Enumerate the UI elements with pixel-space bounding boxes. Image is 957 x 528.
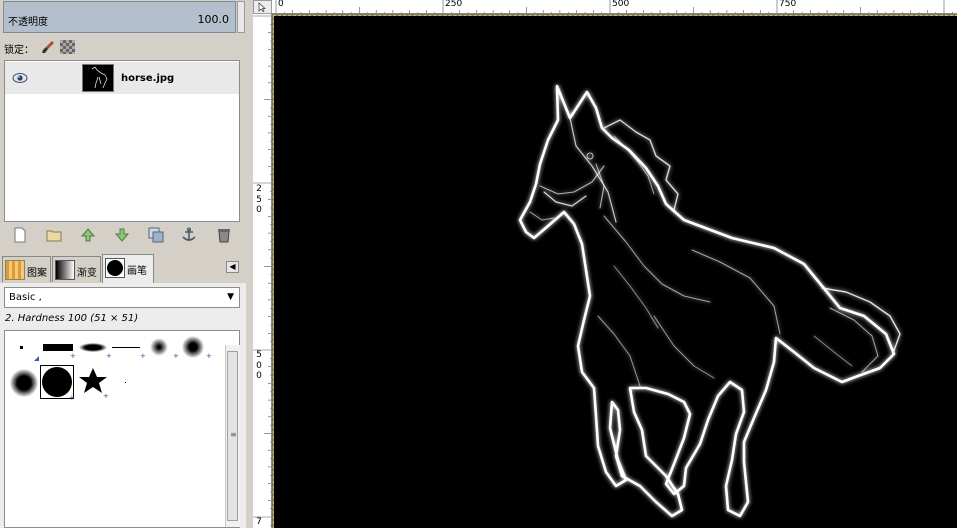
tab-gradients[interactable]: 渐变 xyxy=(52,256,101,282)
eye-icon[interactable] xyxy=(12,72,28,84)
brush-star[interactable] xyxy=(78,367,108,395)
brush-grid: + + + + + + + ≡ xyxy=(4,330,240,528)
brush-line[interactable] xyxy=(112,347,140,348)
brush-plus-icon: + xyxy=(140,352,146,360)
selected-brush-name: 2. Hardness 100 (51 × 51) xyxy=(5,313,139,324)
tab-menu-button[interactable]: ◀ xyxy=(226,261,239,273)
brush-fuzzy-small[interactable] xyxy=(150,338,168,356)
quick-mask-toggle[interactable] xyxy=(253,0,272,14)
ruler-label: 0 xyxy=(256,371,262,381)
opacity-spin-button[interactable] xyxy=(237,1,245,33)
layers-toolbar xyxy=(4,225,240,245)
ruler-label: 5 xyxy=(256,195,262,205)
brush-pixel-dot[interactable] xyxy=(20,346,23,349)
ruler-label: 5 xyxy=(256,350,262,360)
ruler-label: 2 xyxy=(256,184,262,194)
pattern-icon xyxy=(5,260,25,280)
delete-layer-icon[interactable] xyxy=(216,227,232,243)
ruler-label: 7 xyxy=(256,517,262,527)
new-layer-icon[interactable] xyxy=(12,227,28,243)
chevron-down-icon[interactable]: ▼ xyxy=(227,292,234,302)
layer-thumbnail[interactable] xyxy=(82,64,114,92)
brush-plus-icon: + xyxy=(69,394,75,402)
brush-plus-icon: + xyxy=(173,352,179,360)
brush-tag-filter-value: Basic , xyxy=(9,292,42,303)
ruler-label: 0 xyxy=(278,0,284,9)
brush-plus-icon: + xyxy=(206,352,212,360)
dock-tab-bar: 图案 渐变 画笔 ◀ xyxy=(0,253,246,283)
brush-fuzzy-large[interactable] xyxy=(10,369,38,397)
opacity-slider[interactable]: 不透明度 100.0 xyxy=(3,1,236,33)
tab-brushes[interactable]: 画笔 xyxy=(102,254,154,283)
brush-scrollbar[interactable]: ≡ xyxy=(225,345,240,527)
horizontal-ruler: 0 250 500 750 xyxy=(272,0,957,14)
lock-label: 锁定： xyxy=(4,45,34,56)
brush-scroll-thumb[interactable]: ≡ xyxy=(227,351,238,521)
ruler-label: 250 xyxy=(445,0,463,9)
vertical-ruler: 2 5 0 5 0 0 7 xyxy=(253,14,272,528)
ruler-label: 500 xyxy=(612,0,630,9)
ruler-label: 750 xyxy=(779,0,797,9)
lock-pixels-icon[interactable] xyxy=(40,39,56,55)
brush-fuzzy-medium[interactable] xyxy=(182,336,204,358)
image-canvas[interactable] xyxy=(273,15,957,528)
tab-patterns[interactable]: 图案 xyxy=(2,256,51,282)
raise-layer-icon[interactable] xyxy=(80,227,96,243)
brush-plus-icon: + xyxy=(106,352,112,360)
layer-row[interactable]: horse.jpg xyxy=(5,62,239,94)
lock-alpha-icon[interactable] xyxy=(60,40,75,54)
left-dock: 不透明度 100.0 锁定： horse.jpg 图案 渐变 画笔 ◀ Basi… xyxy=(0,0,246,528)
brush-plus-icon: + xyxy=(70,352,76,360)
brush-plus-icon xyxy=(34,356,39,361)
opacity-value: 100.0 xyxy=(197,13,230,26)
ruler-label: 0 xyxy=(256,361,262,371)
new-group-icon[interactable] xyxy=(46,227,62,243)
brush-circle-icon xyxy=(105,258,125,278)
gradient-icon xyxy=(55,260,75,280)
layers-list: horse.jpg xyxy=(4,60,240,222)
lower-layer-icon[interactable] xyxy=(114,227,130,243)
layer-name[interactable]: horse.jpg xyxy=(121,73,174,84)
brush-fuzzy-ellipse[interactable] xyxy=(79,343,107,352)
anchor-icon[interactable] xyxy=(181,227,197,243)
pointer-icon xyxy=(258,2,266,12)
horse-image xyxy=(518,84,901,518)
duplicate-layer-icon[interactable] xyxy=(148,227,164,243)
brush-plus-icon: + xyxy=(103,392,109,400)
brush-tag-filter[interactable]: Basic , ▼ xyxy=(4,287,240,308)
brush-tiny-dot[interactable] xyxy=(125,382,126,383)
brush-block[interactable] xyxy=(43,344,73,351)
ruler-label: 0 xyxy=(256,205,262,215)
opacity-label: 不透明度 xyxy=(8,17,48,28)
